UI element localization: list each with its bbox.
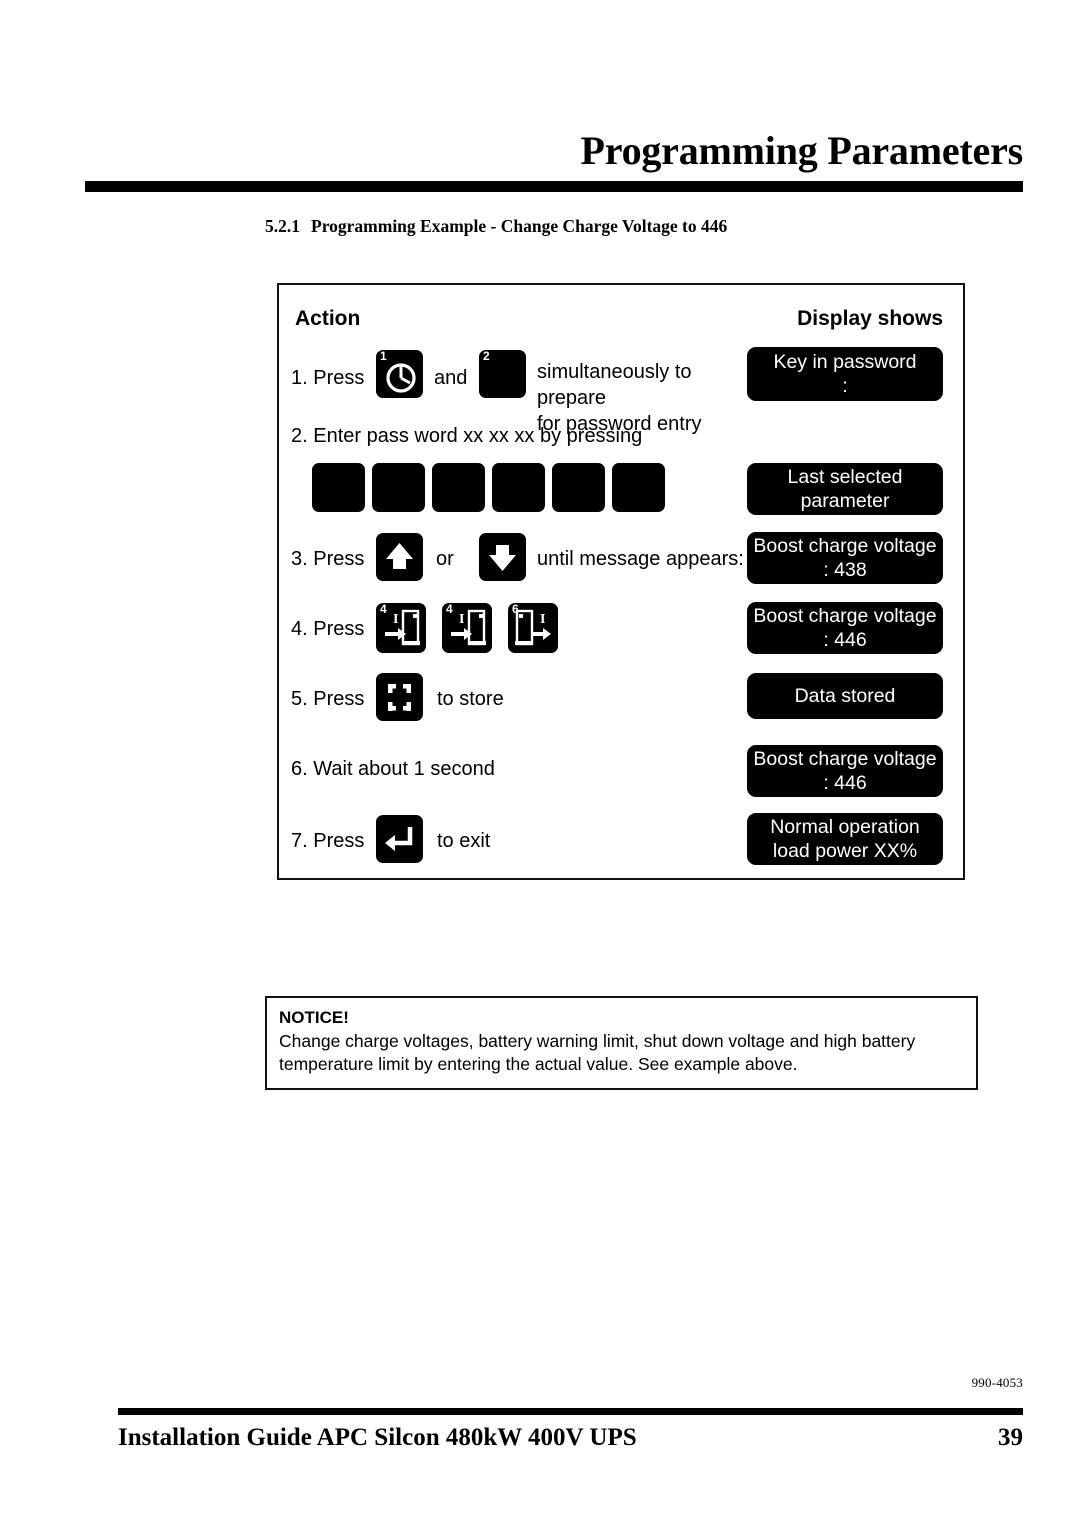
notice-box: NOTICE! Change charge voltages, battery … — [265, 996, 978, 1090]
footer-title: Installation Guide APC Silcon 480kW 400V… — [118, 1424, 637, 1451]
blank-icon — [492, 463, 545, 512]
display-line-2: : — [842, 375, 848, 397]
step-1-label: 1. Press — [291, 367, 365, 389]
key-password-6[interactable] — [612, 463, 665, 512]
table-row-step-6: 6. Wait about 1 second Boost charge volt… — [279, 743, 963, 805]
section-title: Programming Example - Change Charge Volt… — [311, 216, 728, 236]
display-step-2: Last selected parameter — [747, 463, 943, 515]
display-line-1: Key in password — [773, 351, 917, 373]
key-password-2[interactable] — [372, 463, 425, 512]
page-footer: Installation Guide APC Silcon 480kW 400V… — [118, 1408, 1023, 1452]
key-arrow-up[interactable] — [376, 533, 423, 581]
display-line-1: Boost charge voltage — [753, 535, 937, 557]
step-3-description: until message appears: — [537, 548, 744, 570]
store-frame-icon — [376, 673, 423, 721]
blank-icon — [372, 463, 425, 512]
step-7-label: 7. Press — [291, 830, 365, 852]
key-digit-6-exit[interactable]: 6 I — [508, 603, 558, 653]
blank-icon — [552, 463, 605, 512]
display-line-2: parameter — [800, 490, 890, 512]
svg-text:I: I — [540, 612, 545, 627]
display-line-1: Boost charge voltage — [753, 748, 937, 770]
step-2-label: 2. Enter pass word xx xx xx by pressing — [291, 425, 643, 447]
display-step-5: Data stored — [747, 673, 943, 719]
table-row-step-3: 3. Press or until message appears: Boost… — [279, 532, 963, 595]
document-number: 990-4053 — [971, 1375, 1023, 1390]
key-digit-4-enter-b[interactable]: 4 I — [442, 603, 492, 653]
key-digit-4-enter-a[interactable]: 4 I — [376, 603, 426, 653]
display-step-3: Boost charge voltage : 438 — [747, 532, 943, 584]
blank-icon — [432, 463, 485, 512]
key-arrow-down[interactable] — [479, 533, 526, 581]
svg-text:I: I — [393, 612, 398, 627]
notice-body: Change charge voltages, battery warning … — [279, 1031, 916, 1074]
clock-alarm-icon — [376, 350, 423, 398]
arrow-up-icon — [376, 533, 423, 581]
exit-door-icon: I — [508, 603, 558, 653]
key-store[interactable] — [376, 673, 423, 721]
key-password-3[interactable] — [432, 463, 485, 512]
enter-door-icon: I — [376, 603, 426, 653]
display-line-2: load power XX% — [772, 840, 918, 862]
blank-icon — [612, 463, 665, 512]
step-3-label: 3. Press — [291, 548, 365, 570]
step-7-description: to exit — [437, 830, 491, 852]
display-line-1: Data stored — [794, 685, 896, 707]
display-step-1: Key in password : — [747, 347, 943, 401]
footer-rule — [118, 1408, 1023, 1415]
key-alarm-reset[interactable]: 1 — [376, 350, 423, 398]
blank-icon — [312, 463, 365, 512]
key-enter-exit[interactable] — [376, 815, 423, 863]
header-rule — [85, 181, 1023, 192]
table-row-step-2: 2. Enter pass word xx xx xx by pressing … — [279, 425, 963, 525]
key-password-5[interactable] — [552, 463, 605, 512]
section-heading: 5.2.1 Programming Example - Change Charge… — [265, 216, 727, 237]
column-header-action: Action — [295, 307, 361, 330]
arrow-down-icon — [479, 533, 526, 581]
display-line-1: Normal operation — [770, 816, 920, 838]
enter-door-icon: I — [442, 603, 492, 653]
step-5-description: to store — [437, 688, 504, 710]
page-header: Programming Parameters — [85, 128, 1023, 192]
column-header-display: Display shows — [797, 307, 943, 330]
table-header-row: Action Display shows — [279, 285, 963, 343]
table-row-step-7: 7. Press to exit Normal operation load p… — [279, 813, 963, 875]
display-step-4: Boost charge voltage : 446 — [747, 602, 943, 654]
enter-return-icon — [376, 815, 423, 863]
table-row-step-5: 5. Press to store Data stored — [279, 673, 963, 735]
step-6-label: 6. Wait about 1 second — [291, 758, 495, 780]
procedure-table: Action Display shows 1. Press 1 and 2 si… — [277, 283, 965, 880]
display-step-7: Normal operation load power XX% — [747, 813, 943, 865]
section-number: 5.2.1 — [265, 216, 300, 236]
key-password-1[interactable] — [312, 463, 365, 512]
notice-title: NOTICE! — [279, 1008, 349, 1027]
display-line-2: : 438 — [823, 559, 867, 581]
display-line-2: : 446 — [823, 772, 867, 794]
step-3-conjunction: or — [436, 548, 454, 570]
table-row-step-1: 1. Press 1 and 2 simultaneously to prepa… — [279, 345, 963, 435]
display-line-1: Last selected — [787, 466, 903, 488]
step-1-conjunction: and — [434, 367, 468, 389]
display-line-2: : 446 — [823, 629, 867, 651]
step-5-label: 5. Press — [291, 688, 365, 710]
display-step-6: Boost charge voltage : 446 — [747, 745, 943, 797]
step-4-label: 4. Press — [291, 618, 365, 640]
step-1-description-line1: simultaneously to prepare — [537, 361, 692, 409]
page-number: 39 — [998, 1424, 1023, 1451]
key-password-4[interactable] — [492, 463, 545, 512]
table-row-step-4: 4. Press 4 I 4 I 6 I Boost charge voltag… — [279, 602, 963, 665]
page-title: Programming Parameters — [580, 128, 1024, 173]
svg-text:I: I — [459, 612, 464, 627]
key-blank-2[interactable]: 2 — [479, 350, 526, 398]
display-line-1: Boost charge voltage — [753, 605, 937, 627]
blank-icon — [479, 350, 526, 398]
